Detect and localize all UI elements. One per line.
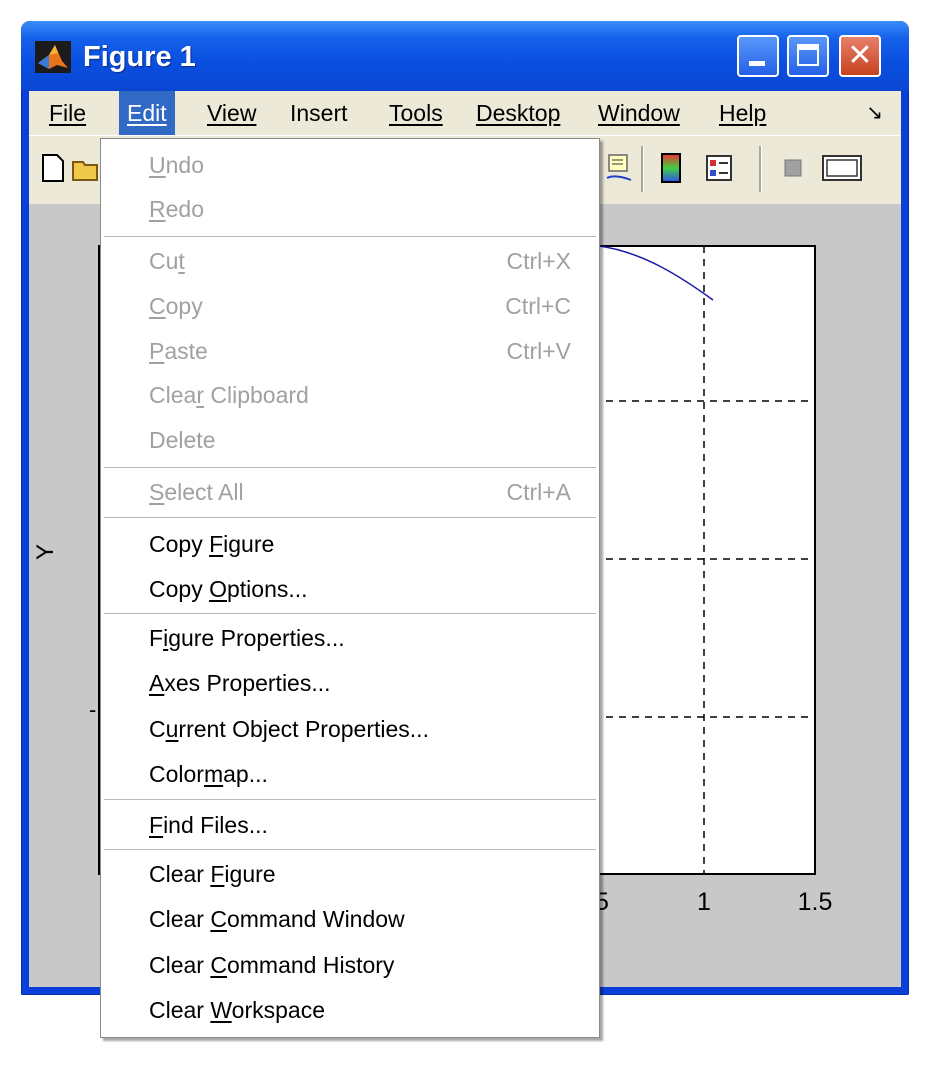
matlab-logo-icon <box>35 41 71 73</box>
menu-edit[interactable]: Edit <box>119 91 175 135</box>
menu-item-clear-command-window[interactable]: Clear Command Window <box>101 897 599 941</box>
open-file-icon[interactable] <box>71 152 99 184</box>
menu-item-current-object-properties[interactable]: Current Object Properties... <box>101 707 599 751</box>
new-figure-icon[interactable] <box>39 152 67 184</box>
menu-item-paste[interactable]: Paste Ctrl+V <box>101 329 599 373</box>
menu-item-select-all[interactable]: Select All Ctrl+A <box>101 470 599 514</box>
menu-item-clear-clipboard[interactable]: Clear Clipboard <box>101 373 599 417</box>
menu-item-clear-workspace[interactable]: Clear Workspace <box>101 988 599 1032</box>
close-button[interactable]: ✕ <box>839 35 881 77</box>
x-tick-label: 1 <box>697 888 711 916</box>
maximize-button[interactable] <box>787 35 829 77</box>
menu-item-clear-command-history[interactable]: Clear Command History <box>101 943 599 987</box>
show-plot-tools-icon[interactable] <box>819 152 865 184</box>
menu-item-undo[interactable]: Undo <box>101 143 599 187</box>
menu-bar: File Edit View Insert Tools Desktop Wind… <box>29 91 901 135</box>
menu-item-cut[interactable]: Cut Ctrl+X <box>101 239 599 283</box>
menu-separator <box>104 799 596 801</box>
y-axis-label: Y <box>32 544 59 560</box>
menu-desktop[interactable]: Desktop <box>468 91 568 135</box>
menu-item-redo[interactable]: Redo <box>101 187 599 231</box>
colorbar-icon[interactable] <box>657 152 685 184</box>
menu-view[interactable]: View <box>199 91 264 135</box>
close-icon: ✕ <box>847 39 873 72</box>
menu-item-find-files[interactable]: Find Files... <box>101 803 599 847</box>
window-title: Figure 1 <box>83 41 196 73</box>
x-tick-label: 1.5 <box>798 888 833 916</box>
hide-plot-tools-icon[interactable] <box>779 152 807 184</box>
menu-item-figure-properties[interactable]: Figure Properties... <box>101 616 599 660</box>
menu-item-delete[interactable]: Delete <box>101 418 599 462</box>
menu-item-colormap[interactable]: Colormap... <box>101 752 599 796</box>
menu-item-clear-figure[interactable]: Clear Figure <box>101 852 599 896</box>
menu-separator <box>104 613 596 615</box>
menu-help[interactable]: Help <box>711 91 774 135</box>
dock-arrow-icon[interactable]: ↘ <box>866 91 883 135</box>
y-tick-mark: - <box>89 697 96 722</box>
minimize-button[interactable] <box>737 35 779 77</box>
menu-separator <box>104 467 596 469</box>
menu-window[interactable]: Window <box>590 91 688 135</box>
menu-separator <box>104 236 596 238</box>
menu-tools[interactable]: Tools <box>381 91 451 135</box>
legend-icon[interactable] <box>705 152 733 184</box>
menu-separator <box>104 517 596 519</box>
menu-item-copy-options[interactable]: Copy Options... <box>101 567 599 611</box>
menu-item-axes-properties[interactable]: Axes Properties... <box>101 661 599 705</box>
menu-item-copy-figure[interactable]: Copy Figure <box>101 522 599 566</box>
insert-legend-icon[interactable] <box>605 152 633 184</box>
menu-insert[interactable]: Insert <box>282 91 356 135</box>
menu-separator <box>104 849 596 851</box>
title-bar[interactable]: Figure 1 ✕ <box>21 21 909 91</box>
menu-file[interactable]: File <box>41 91 94 135</box>
edit-dropdown-menu: Undo Redo Cut Ctrl+X Copy Ctrl+C Paste Ctrl… <box>100 138 600 1038</box>
menu-item-copy[interactable]: Copy Ctrl+C <box>101 284 599 328</box>
